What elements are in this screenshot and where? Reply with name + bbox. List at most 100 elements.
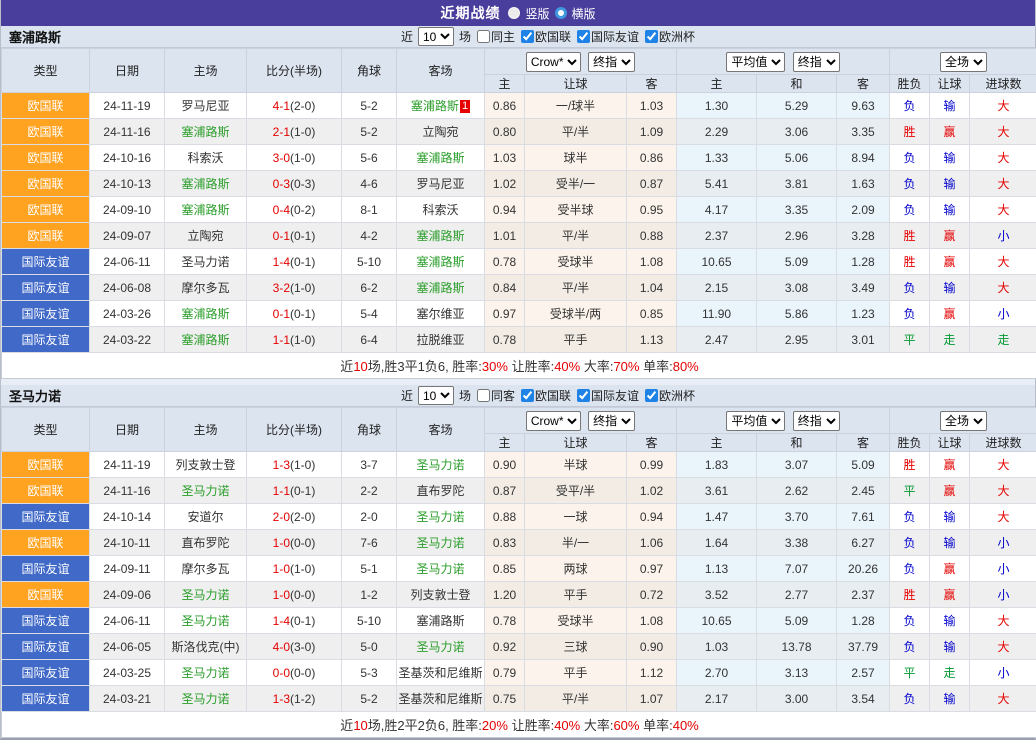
corner-score: 6-4 [342,327,397,353]
bookmaker-select[interactable]: Crow* [526,411,581,431]
corner-score: 5-3 [342,660,397,686]
match-date: 24-11-19 [90,452,165,478]
odds-stage-select-2[interactable]: 终指 [793,52,840,72]
fulltime-group: 全场 [890,49,1036,75]
sub-crow-away: 客 [627,434,677,452]
same-venue-option[interactable]: 同客 [473,387,515,404]
avg-draw-odds: 2.62 [757,478,837,504]
result-handicap: 输 [930,608,970,634]
competition-badge: 欧国联 [2,452,90,478]
average-select[interactable]: 平均值 [726,52,785,72]
result-goals: 小 [970,301,1036,327]
league-nations-option[interactable]: 欧国联 [517,28,571,45]
match-date: 24-03-25 [90,660,165,686]
same-venue-checkbox[interactable] [477,30,490,43]
avg-draw-odds: 7.07 [757,556,837,582]
league-euro-option[interactable]: 欧洲杯 [641,28,695,45]
avg-away-odds: 5.09 [837,452,890,478]
away-team: 圣马力诺 [397,504,485,530]
league-friendly-option[interactable]: 国际友谊 [573,28,639,45]
match-date: 24-11-19 [90,93,165,119]
sub-result-wdl: 胜负 [890,75,930,93]
handicap-line: 受球半 [525,608,627,634]
average-select[interactable]: 平均值 [726,411,785,431]
col-type: 类型 [2,408,90,452]
match-row: 国际友谊 24-10-14 安道尔 2-0(2-0) 2-0 圣马力诺 0.88… [2,504,1036,530]
col-away: 客场 [397,49,485,93]
col-date: 日期 [90,408,165,452]
match-row: 国际友谊 24-06-05 斯洛伐克(中) 4-0(3-0) 5-0 圣马力诺 … [2,634,1036,660]
handicap-line: 平手 [525,327,627,353]
result-goals: 大 [970,197,1036,223]
handicap-line: 受球半/两 [525,301,627,327]
away-team: 塞浦路斯1 [397,93,485,119]
crow-home-odds: 0.85 [485,556,525,582]
result-win-draw-lose: 胜 [890,582,930,608]
vertical-layout-label[interactable]: 竖版 [525,5,549,22]
fulltime-select[interactable]: 全场 [940,52,987,72]
match-date: 24-10-11 [90,530,165,556]
horizontal-layout-label[interactable]: 横版 [572,5,596,22]
match-date: 24-11-16 [90,478,165,504]
avg-away-odds: 6.27 [837,530,890,556]
match-date: 24-10-16 [90,145,165,171]
corner-score: 5-0 [342,634,397,660]
recent-count-select[interactable]: 10 [418,27,454,46]
avg-home-odds: 2.70 [677,660,757,686]
result-goals: 小 [970,582,1036,608]
match-date: 24-09-07 [90,223,165,249]
horizontal-layout-radio[interactable] [555,7,567,19]
odds-stage-select-1[interactable]: 终指 [588,52,635,72]
filter-bar: 近 10 场 同主 欧国联 国际友谊 欧洲杯 [401,27,695,46]
recent-results-widget: 近期战绩 竖版 横版 塞浦路斯 近 10 场 同主 欧国联 国际友谊 欧洲杯 [0,0,1036,740]
league-nations-checkbox[interactable] [521,389,534,402]
match-row: 欧国联 24-10-16 科索沃 3-0(1-0) 5-6 塞浦路斯 1.03 … [2,145,1036,171]
same-venue-checkbox[interactable] [477,389,490,402]
same-venue-option[interactable]: 同主 [473,28,515,45]
avg-away-odds: 3.54 [837,686,890,712]
odds-stage-select-2[interactable]: 终指 [793,411,840,431]
home-team: 塞浦路斯 [165,171,247,197]
league-euro-checkbox[interactable] [645,30,658,43]
sub-avg-draw: 和 [757,75,837,93]
score-cell: 1-0(0-0) [247,530,342,556]
odds-stage-select-1[interactable]: 终指 [588,411,635,431]
handicap-line: 受半球 [525,197,627,223]
home-team: 圣马力诺 [165,478,247,504]
result-goals: 大 [970,686,1036,712]
handicap-line: 三球 [525,634,627,660]
league-euro-checkbox[interactable] [645,389,658,402]
crow-away-odds: 1.07 [627,686,677,712]
away-team: 塞尔维亚 [397,301,485,327]
league-euro-option[interactable]: 欧洲杯 [641,387,695,404]
league-nations-option[interactable]: 欧国联 [517,387,571,404]
near-label: 近 [401,28,413,45]
league-friendly-checkbox[interactable] [577,389,590,402]
league-friendly-checkbox[interactable] [577,30,590,43]
home-team: 摩尔多瓦 [165,556,247,582]
home-team: 立陶宛 [165,223,247,249]
crow-home-odds: 0.86 [485,93,525,119]
layout-radio-group: 竖版 横版 [508,5,595,22]
competition-badge: 欧国联 [2,530,90,556]
bookmaker-group: Crow* 终指 [485,49,677,75]
corner-score: 1-2 [342,582,397,608]
result-win-draw-lose: 负 [890,556,930,582]
match-row: 欧国联 24-10-13 塞浦路斯 0-3(0-3) 4-6 罗马尼亚 1.02… [2,171,1036,197]
fulltime-select[interactable]: 全场 [940,411,987,431]
near-label: 近 [401,387,413,404]
result-win-draw-lose: 胜 [890,452,930,478]
vertical-layout-radio[interactable] [508,7,520,19]
bookmaker-select[interactable]: Crow* [526,52,581,72]
crow-home-odds: 0.78 [485,249,525,275]
recent-count-select[interactable]: 10 [418,386,454,405]
handicap-line: 受平/半 [525,478,627,504]
league-nations-checkbox[interactable] [521,30,534,43]
sub-crow-handicap: 让球 [525,75,627,93]
avg-draw-odds: 3.38 [757,530,837,556]
competition-badge: 国际友谊 [2,660,90,686]
handicap-line: 半/一 [525,530,627,556]
league-friendly-option[interactable]: 国际友谊 [573,387,639,404]
result-goals: 大 [970,145,1036,171]
avg-draw-odds: 5.09 [757,608,837,634]
